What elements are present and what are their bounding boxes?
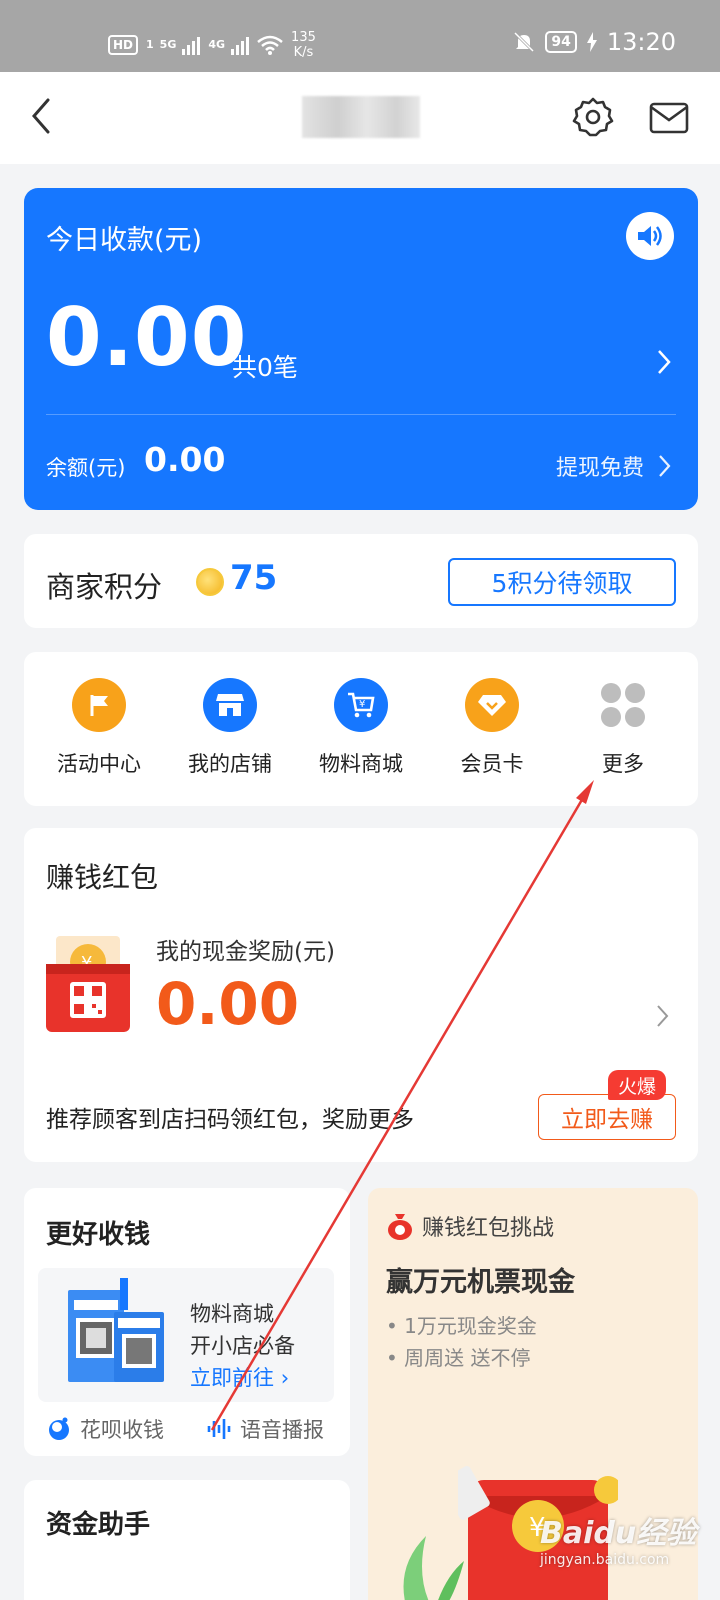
- quick-action-member-card[interactable]: 会员卡: [429, 652, 555, 806]
- quick-action-label: 活动中心: [57, 752, 141, 776]
- funds-assistant-title: 资金助手: [46, 1510, 151, 1540]
- material-mall-promo[interactable]: 物料商城 开小店必备 立即前往 ›: [38, 1268, 334, 1402]
- divider: [46, 414, 676, 415]
- leaf-decoration: [403, 1536, 464, 1600]
- gear-icon[interactable]: [572, 96, 614, 138]
- funds-assistant-card[interactable]: 资金助手: [24, 1480, 350, 1600]
- voice-broadcast-feature[interactable]: 语音播报: [206, 1414, 324, 1444]
- app-header: [0, 72, 720, 164]
- clock: 13:20: [606, 28, 676, 56]
- better-collect-card: 更好收钱 物料商城 开小店必备 立即前往 › 花呗收钱 语音播报: [24, 1188, 350, 1456]
- challenge-title: 赢万元机票现金: [386, 1267, 575, 1298]
- sound-wave-icon: [207, 1419, 231, 1439]
- money-bag-icon: [388, 1214, 412, 1240]
- go-now-label: 立即前往: [190, 1366, 274, 1390]
- chevron-right-icon[interactable]: [658, 454, 672, 478]
- challenge-bullet-2: • 周周送 送不停: [386, 1346, 531, 1370]
- hd-indicator: HD: [108, 35, 139, 55]
- quick-action-label: 会员卡: [460, 752, 524, 776]
- hd-sim: 1: [146, 38, 154, 51]
- page-title-blurred: [302, 96, 420, 138]
- mail-icon[interactable]: [648, 98, 690, 138]
- status-right: 94 13:20: [513, 28, 676, 56]
- speaker-icon: [638, 226, 662, 246]
- balance-value: 0.00: [144, 440, 226, 479]
- quick-action-my-store[interactable]: 我的店铺: [167, 652, 293, 806]
- signal-icon: [182, 35, 201, 55]
- today-income-card[interactable]: 今日收款(元) 0.00 共0笔 余额(元) 0.00 提现免费: [24, 188, 698, 510]
- status-bar: HD 1 5G 4G 135 K/s 94 13:20: [0, 0, 720, 72]
- network-4g-label: 4G: [208, 38, 226, 51]
- chevron-right-icon: ›: [280, 1366, 290, 1390]
- baidu-watermark: Baidu经验 jingyan.baidu.com: [540, 1508, 696, 1568]
- bell-muted-icon: [514, 31, 535, 53]
- balance-label: 余额(元): [46, 456, 126, 480]
- transaction-count: 共0笔: [232, 353, 298, 382]
- better-collect-title: 更好收钱: [46, 1220, 151, 1250]
- wifi-icon: [257, 35, 283, 55]
- challenge-header: 赚钱红包挑战: [386, 1210, 554, 1242]
- voice-broadcast-label: 语音播报: [240, 1418, 324, 1442]
- quick-action-label: 更多: [602, 752, 644, 776]
- today-income-title: 今日收款(元): [46, 225, 203, 256]
- cash-reward-label: 我的现金奖励(元): [156, 939, 335, 965]
- quick-action-label: 我的店铺: [188, 752, 272, 776]
- claim-points-button[interactable]: 5积分待领取: [448, 558, 676, 606]
- quick-action-activity-center[interactable]: 活动中心: [36, 652, 162, 806]
- huabei-collect-feature[interactable]: 花呗收钱: [46, 1414, 164, 1444]
- withdraw-link[interactable]: 提现免费: [556, 450, 644, 482]
- points-value: 75: [230, 558, 278, 598]
- watermark-sub: jingyan.baidu.com: [540, 1552, 670, 1568]
- back-icon[interactable]: [22, 94, 62, 138]
- coin-icon: [196, 568, 224, 596]
- hot-badge: 火爆: [608, 1070, 667, 1100]
- today-income-amount: 0.00: [46, 291, 248, 384]
- voice-broadcast-button[interactable]: [626, 212, 674, 260]
- huabei-collect-label: 花呗收钱: [80, 1418, 164, 1442]
- battery-level: 94: [545, 31, 577, 53]
- network-5g-label: 5G: [159, 38, 177, 51]
- speed-value: 135: [291, 30, 316, 45]
- charging-icon: [586, 32, 597, 52]
- challenge-header-label: 赚钱红包挑战: [422, 1216, 555, 1241]
- quick-action-material-mall[interactable]: ¥ 物料商城: [298, 652, 424, 806]
- chevron-right-icon[interactable]: [656, 348, 672, 376]
- network-speed: 135 K/s: [291, 30, 316, 60]
- challenge-bullet-1: • 1万元现金奖金: [386, 1314, 537, 1338]
- more-grid-icon: [596, 678, 650, 732]
- diamond-icon: [465, 678, 519, 732]
- merchant-points-card: 商家积分 75 5积分待领取: [24, 534, 698, 628]
- quick-action-more[interactable]: 更多: [560, 652, 686, 806]
- signal-icon-2: [231, 35, 250, 55]
- cart-icon: ¥: [334, 678, 388, 732]
- watermark-main: Baidu经验: [540, 1516, 697, 1551]
- red-packet-title: 赚钱红包: [46, 861, 159, 894]
- go-now-link[interactable]: 立即前往 ›: [190, 1362, 289, 1392]
- speed-unit: K/s: [293, 45, 314, 60]
- red-packet-icon[interactable]: ¥: [46, 936, 130, 1032]
- store-icon: [203, 678, 257, 732]
- qr-stand-image: [68, 1278, 164, 1382]
- earn-now-button[interactable]: 立即去赚: [538, 1094, 676, 1140]
- recommend-tip: 推荐顾客到店扫码领红包，奖励更多: [46, 1107, 414, 1133]
- svg-text:¥: ¥: [359, 699, 365, 710]
- points-label: 商家积分: [46, 570, 163, 604]
- earn-red-packet-card: 赚钱红包 ¥ 我的现金奖励(元) 0.00 推荐顾客到店扫码领红包，奖励更多 立…: [24, 828, 698, 1162]
- quick-action-label: 物料商城: [319, 752, 403, 776]
- quick-actions: 活动中心 我的店铺 ¥ 物料商城 会员卡 更多: [24, 652, 698, 806]
- cash-reward-amount: 0.00: [156, 970, 300, 1038]
- flag-icon: [72, 678, 126, 732]
- chevron-right-icon[interactable]: [656, 1004, 670, 1028]
- promo-line-1: 物料商城: [190, 1302, 274, 1326]
- huabei-icon: [49, 1417, 69, 1440]
- status-left: HD 1 5G 4G 135 K/s: [108, 30, 316, 60]
- promo-line-2: 开小店必备: [190, 1334, 295, 1358]
